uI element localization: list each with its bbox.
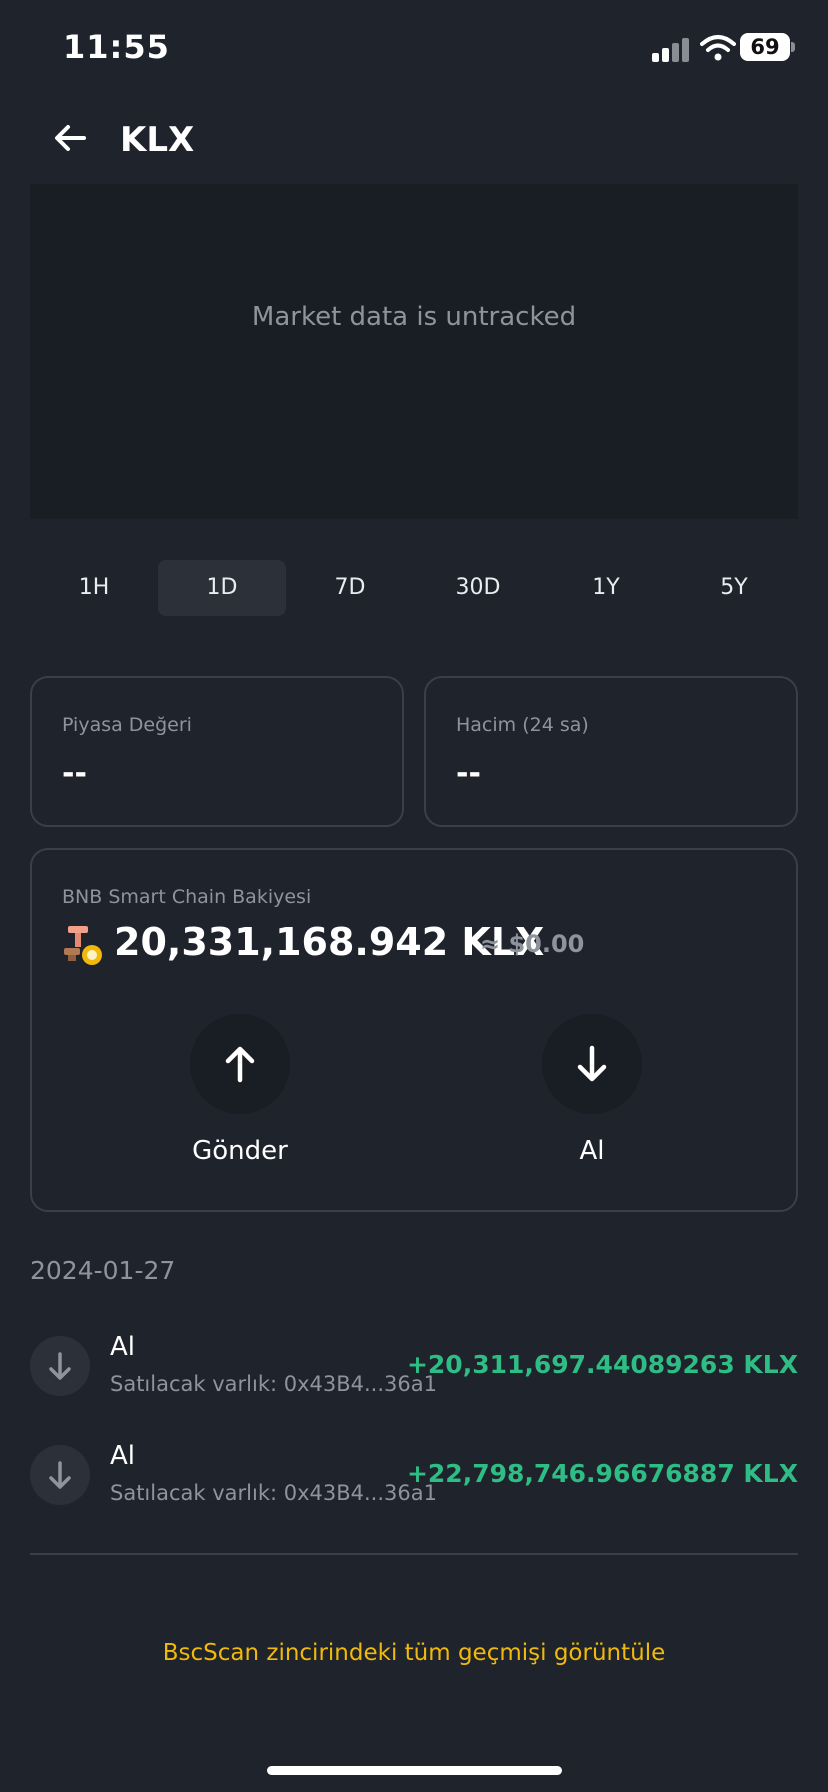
tab-1y[interactable]: 1Y xyxy=(542,560,670,616)
send-button[interactable] xyxy=(190,1014,290,1114)
tab-1h[interactable]: 1H xyxy=(30,560,158,616)
tx-amount: +20,311,697.44089263 KLX xyxy=(406,1350,798,1379)
arrow-down-icon xyxy=(49,1352,71,1380)
chart-message: Market data is untracked xyxy=(251,302,577,332)
tx-subtitle: Satılacak varlık: 0x43B4...36a1 xyxy=(110,1372,437,1396)
timeframe-tabs: 1H 1D 7D 30D 1Y 5Y xyxy=(30,560,798,616)
receive-arrow-down-icon xyxy=(577,1045,607,1082)
market-cap-card: Piyasa Değeri -- xyxy=(30,676,404,827)
transaction-row[interactable]: Al Satılacak varlık: 0x43B4...36a1 +22,7… xyxy=(30,1441,798,1521)
receive-tx-icon xyxy=(30,1445,90,1505)
signal-icon xyxy=(652,38,692,62)
market-cap-value: -- xyxy=(62,756,87,791)
receive-button[interactable] xyxy=(542,1014,642,1114)
battery-tip xyxy=(791,42,795,52)
balance-card: BNB Smart Chain Bakiyesi 20,331,168.942 … xyxy=(30,848,798,1212)
token-logo-icon xyxy=(64,926,102,965)
home-indicator xyxy=(267,1766,562,1775)
receive-tx-icon xyxy=(30,1336,90,1396)
tx-amount: +22,798,746.96676887 KLX xyxy=(406,1459,798,1488)
view-all-history-link[interactable]: BscScan zincirindeki tüm geçmişi görüntü… xyxy=(0,1640,828,1666)
tab-30d[interactable]: 30D xyxy=(414,560,542,616)
volume-value: -- xyxy=(456,756,481,791)
volume-card: Hacim (24 sa) -- xyxy=(424,676,798,827)
status-time: 11:55 xyxy=(63,28,170,66)
arrow-down-icon xyxy=(49,1461,71,1489)
page-title: KLX xyxy=(120,120,195,160)
tab-5y[interactable]: 5Y xyxy=(670,560,798,616)
wifi-icon xyxy=(700,35,736,61)
tx-title: Al xyxy=(110,1332,136,1362)
volume-label: Hacim (24 sa) xyxy=(456,714,589,736)
price-chart: Market data is untracked xyxy=(30,184,798,519)
tab-7d[interactable]: 7D xyxy=(286,560,414,616)
battery-icon: 69 xyxy=(740,33,790,61)
send-arrow-up-icon xyxy=(225,1046,255,1083)
transaction-row[interactable]: Al Satılacak varlık: 0x43B4...36a1 +20,3… xyxy=(30,1332,798,1412)
divider xyxy=(30,1553,798,1555)
history-date: 2024-01-27 xyxy=(30,1256,176,1285)
market-cap-label: Piyasa Değeri xyxy=(62,714,192,736)
send-label[interactable]: Gönder xyxy=(160,1136,320,1166)
balance-usd: ≈ $0.00 xyxy=(480,930,585,958)
tx-title: Al xyxy=(110,1441,136,1471)
tx-subtitle: Satılacak varlık: 0x43B4...36a1 xyxy=(110,1481,437,1505)
receive-label[interactable]: Al xyxy=(512,1136,672,1166)
back-arrow-icon[interactable] xyxy=(50,118,90,158)
balance-label: BNB Smart Chain Bakiyesi xyxy=(62,886,312,908)
tab-1d[interactable]: 1D xyxy=(158,560,286,616)
